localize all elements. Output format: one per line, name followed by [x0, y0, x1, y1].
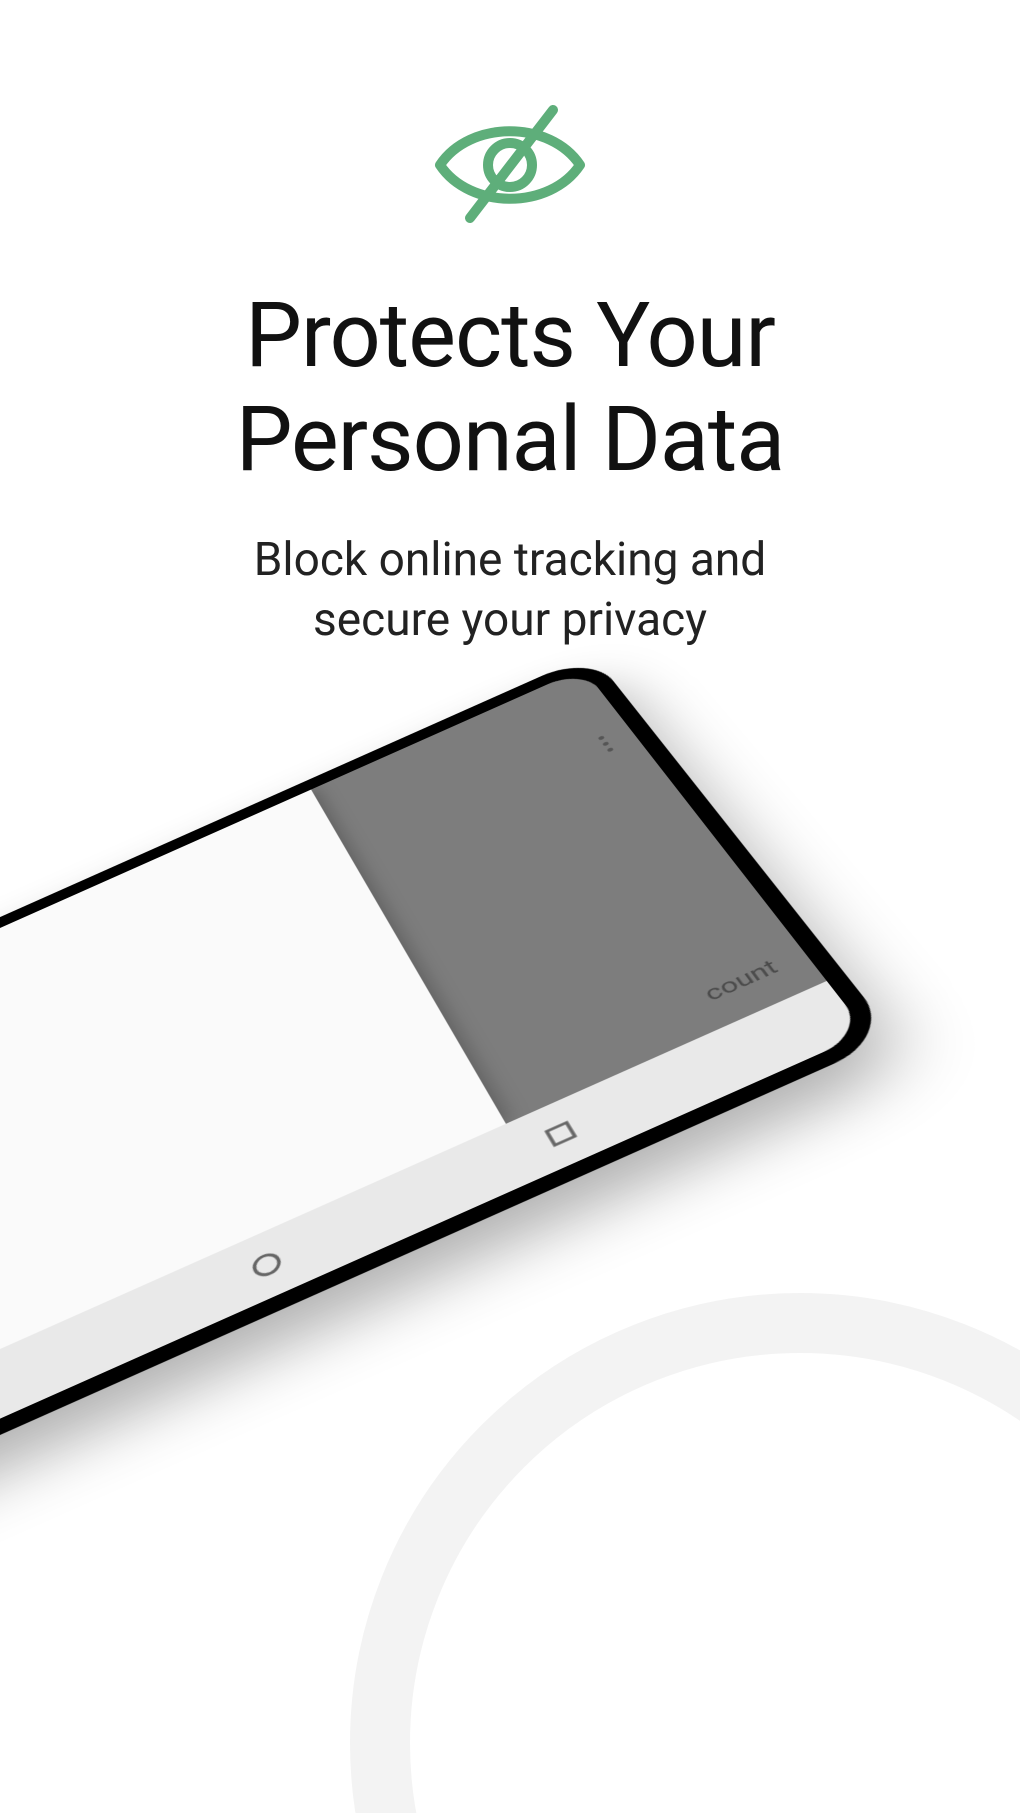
privacy-eye-slash-icon: [425, 100, 595, 234]
nav-home-button[interactable]: [240, 1241, 293, 1288]
decorative-circle: [350, 1293, 1020, 1813]
hero-title: Protects Your Personal Data: [0, 284, 1020, 491]
nav-recent-button[interactable]: [532, 1112, 588, 1157]
